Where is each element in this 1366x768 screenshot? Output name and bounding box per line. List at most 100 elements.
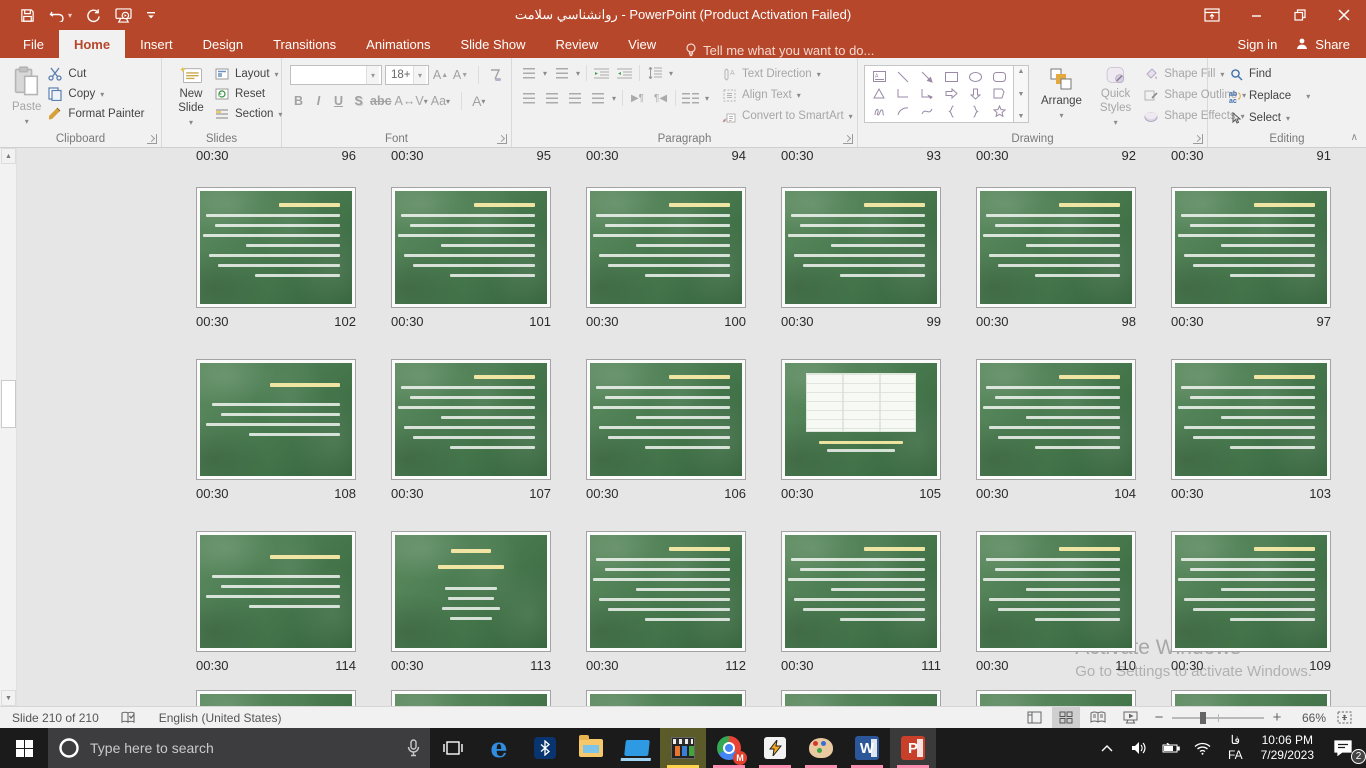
save-icon[interactable] <box>20 8 35 23</box>
taskbar-clock[interactable]: 10:06 PM 7/29/2023 <box>1253 733 1322 763</box>
decrease-font-size-icon[interactable]: A▼ <box>452 66 469 84</box>
scroll-up-icon[interactable]: ▲ <box>1 148 16 164</box>
shape-rounded-rectangle-icon[interactable] <box>987 68 1011 85</box>
undo-button[interactable]: ▾ <box>49 8 72 22</box>
hidden-icons-chevron-icon[interactable] <box>1092 728 1122 768</box>
convert-to-smartart-button[interactable]: Convert to SmartArt▾ <box>721 108 853 124</box>
slide-thumbnail-102[interactable] <box>196 187 356 308</box>
gallery-up-icon[interactable]: ▲ <box>1018 68 1025 75</box>
reset-button[interactable]: Reset <box>214 86 282 102</box>
numbering-icon[interactable] <box>553 66 570 81</box>
drawing-dialog-launcher[interactable] <box>1193 134 1203 144</box>
slide-thumbnail-101[interactable] <box>391 187 551 308</box>
share-button[interactable]: Share <box>1295 37 1350 52</box>
shape-curve-icon[interactable] <box>915 102 939 120</box>
language-switcher[interactable]: فا FA <box>1220 733 1251 763</box>
shadow-icon[interactable]: S <box>350 92 367 110</box>
shape-left-brace-icon[interactable] <box>939 102 963 120</box>
zoom-level[interactable]: 66% <box>1292 711 1326 725</box>
microphone-icon[interactable] <box>407 739 420 757</box>
slide-thumbnail-partial[interactable] <box>586 690 746 706</box>
taskbar-app-powerpoint[interactable]: P <box>890 728 936 768</box>
slide-thumbnail-109[interactable] <box>1171 531 1331 652</box>
slide-thumbnail-partial[interactable] <box>976 690 1136 706</box>
shape-textbox-icon[interactable]: A <box>867 68 891 85</box>
tab-slide-show[interactable]: Slide Show <box>445 30 540 58</box>
decrease-indent-icon[interactable] <box>593 66 610 81</box>
bold-icon[interactable]: B <box>290 92 307 110</box>
layout-button[interactable]: Layout▾ <box>214 66 282 82</box>
columns-icon[interactable] <box>682 91 699 106</box>
slide-thumbnail-partial[interactable] <box>196 690 356 706</box>
tab-insert[interactable]: Insert <box>125 30 188 58</box>
slide-thumbnail-partial[interactable] <box>1171 690 1331 706</box>
select-button[interactable]: Select▾ <box>1228 110 1362 126</box>
align-center-icon[interactable] <box>543 91 560 106</box>
shape-elbow-arrow-icon[interactable] <box>915 85 939 102</box>
scrollbar-thumb[interactable] <box>1 380 16 428</box>
collapse-ribbon-icon[interactable]: ∧ <box>1351 132 1358 143</box>
shape-triangle-icon[interactable] <box>867 85 891 102</box>
shape-elbow-icon[interactable] <box>891 85 915 102</box>
quick-styles-button[interactable]: Quick Styles▾ <box>1094 62 1137 131</box>
tab-transitions[interactable]: Transitions <box>258 30 351 58</box>
copy-button[interactable]: Copy▾ <box>47 86 144 102</box>
taskbar-app-bluetooth[interactable] <box>522 728 568 768</box>
spell-check-icon[interactable] <box>121 710 137 726</box>
shape-right-arrow-icon[interactable] <box>939 85 963 102</box>
underline-icon[interactable]: U <box>330 92 347 110</box>
arrange-button[interactable]: Arrange▾ <box>1035 62 1088 131</box>
bullets-icon[interactable] <box>520 66 537 81</box>
shape-arc-icon[interactable] <box>891 102 915 120</box>
fit-to-window-icon[interactable] <box>1330 707 1358 728</box>
justify-icon[interactable] <box>589 91 606 106</box>
slide-thumbnail-114[interactable] <box>196 531 356 652</box>
increase-font-size-icon[interactable]: A▲ <box>432 66 449 84</box>
slide-thumbnail-113[interactable] <box>391 531 551 652</box>
shape-snip-shape-icon[interactable] <box>987 85 1011 102</box>
shape-down-arrow-icon[interactable] <box>963 85 987 102</box>
slide-thumbnail-107[interactable] <box>391 359 551 480</box>
align-text-button[interactable]: Align Text▾ <box>721 87 853 103</box>
italic-icon[interactable]: I <box>310 92 327 110</box>
taskbar-app-winamp[interactable] <box>752 728 798 768</box>
tab-view[interactable]: View <box>613 30 671 58</box>
slide-thumbnail-99[interactable] <box>781 187 941 308</box>
restore-icon[interactable] <box>1278 0 1322 30</box>
task-view-button[interactable] <box>430 728 476 768</box>
close-icon[interactable] <box>1322 0 1366 30</box>
scroll-down-icon[interactable]: ▼ <box>1 690 16 706</box>
zoom-slider[interactable] <box>1172 717 1264 719</box>
tab-design[interactable]: Design <box>188 30 258 58</box>
shape-oval-icon[interactable] <box>963 68 987 85</box>
strikethrough-icon[interactable]: abc <box>370 92 392 110</box>
rtl-direction-icon[interactable]: ¶◀ <box>652 91 669 106</box>
taskbar-app-chrome[interactable]: M <box>706 728 752 768</box>
normal-view-icon[interactable] <box>1020 707 1048 728</box>
ltr-direction-icon[interactable]: ▶¶ <box>629 91 646 106</box>
shape-arrow-icon[interactable] <box>915 68 939 85</box>
undo-dropdown-icon[interactable]: ▾ <box>68 11 72 20</box>
shape-rectangle-icon[interactable] <box>939 68 963 85</box>
shapes-gallery-scroll[interactable]: ▲ ▼ ▼ <box>1014 65 1029 123</box>
slide-thumbnail-105[interactable] <box>781 359 941 480</box>
language-indicator[interactable]: English (United States) <box>159 711 282 725</box>
taskbar-app-file-explorer[interactable] <box>568 728 614 768</box>
replace-button[interactable]: abac Replace▾ <box>1228 88 1362 104</box>
gallery-more-icon[interactable]: ▼ <box>1018 113 1025 120</box>
minimize-icon[interactable] <box>1234 0 1278 30</box>
action-center-button[interactable]: 2 <box>1324 728 1362 768</box>
shape-star-icon[interactable] <box>987 102 1011 120</box>
shapes-gallery[interactable]: A <box>864 65 1014 123</box>
shape-line-icon[interactable] <box>891 68 915 85</box>
format-painter-button[interactable]: Format Painter <box>47 106 144 122</box>
slide-thumbnail-97[interactable] <box>1171 187 1331 308</box>
taskbar-app-media-player[interactable] <box>660 728 706 768</box>
sign-in-link[interactable]: Sign in <box>1238 37 1278 52</box>
clipboard-dialog-launcher[interactable] <box>147 134 157 144</box>
font-size-combo[interactable]: 18+▾ <box>385 65 429 85</box>
zoom-out-icon[interactable]: − <box>1152 709 1166 726</box>
font-dialog-launcher[interactable] <box>497 134 507 144</box>
customize-qat-icon[interactable] <box>146 10 156 20</box>
slide-thumbnail-111[interactable] <box>781 531 941 652</box>
